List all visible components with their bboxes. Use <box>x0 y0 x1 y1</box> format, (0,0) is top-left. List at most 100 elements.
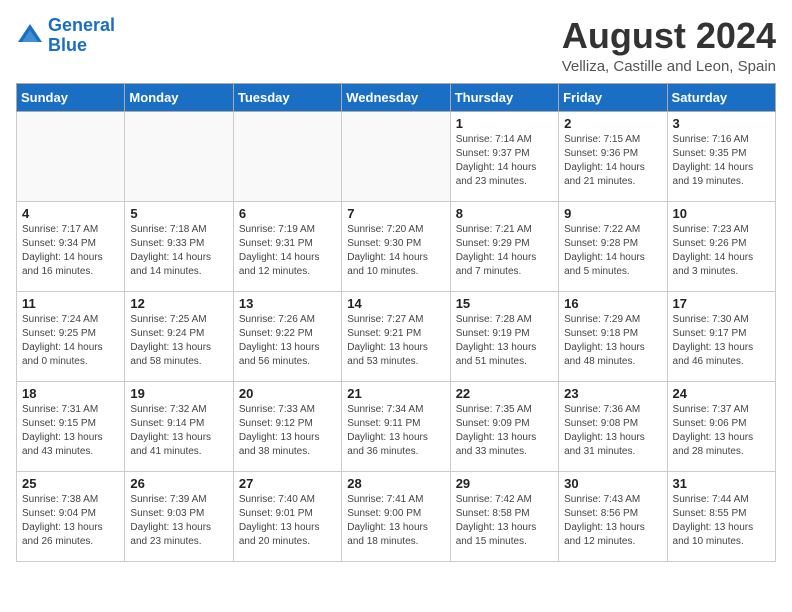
day-number: 26 <box>130 476 227 491</box>
day-info: Sunrise: 7:28 AMSunset: 9:19 PMDaylight:… <box>456 313 553 369</box>
calendar-cell: 9Sunrise: 7:22 AMSunset: 9:28 PMDaylight… <box>559 201 667 291</box>
day-info: Sunrise: 7:39 AMSunset: 9:03 PMDaylight:… <box>130 493 227 549</box>
day-number: 22 <box>456 386 553 401</box>
logo-icon <box>16 22 44 50</box>
calendar-cell: 16 Sunrise: 7:29 AMSunset: 9:18 PMDayligh… <box>559 291 667 381</box>
calendar-cell <box>125 111 233 201</box>
calendar-cell: 20 Sunrise: 7:33 AMSunset: 9:12 PMDayligh… <box>233 381 341 471</box>
main-title: August 2024 <box>562 16 776 56</box>
day-info: Sunrise: 7:31 AMSunset: 9:15 PMDaylight:… <box>22 403 119 459</box>
calendar-cell: 27Sunrise: 7:40 AMSunset: 9:01 PMDayligh… <box>233 471 341 561</box>
day-number: 30 <box>564 476 661 491</box>
day-number: 24 <box>673 386 770 401</box>
day-info: Sunrise: 7:29 AMSunset: 9:18 PMDaylight:… <box>564 313 661 369</box>
title-block: August 2024 Velliza, Castille and Leon, … <box>562 16 776 75</box>
day-number: 14 <box>347 296 444 311</box>
subtitle: Velliza, Castille and Leon, Spain <box>562 58 776 75</box>
logo-line2: Blue <box>48 35 87 55</box>
day-number: 29 <box>456 476 553 491</box>
day-info: Sunrise: 7:33 AMSunset: 9:12 PMDaylight:… <box>239 403 336 459</box>
calendar-cell: 29 Sunrise: 7:42 AMSunset: 8:58 PMDayligh… <box>450 471 558 561</box>
day-info: Sunrise: 7:16 AMSunset: 9:35 PMDaylight:… <box>673 133 770 189</box>
calendar-table: SundayMondayTuesdayWednesdayThursdayFrid… <box>16 83 776 562</box>
weekday-header-wednesday: Wednesday <box>342 83 450 111</box>
calendar-cell: 3 Sunrise: 7:16 AMSunset: 9:35 PMDaylight… <box>667 111 775 201</box>
day-info: Sunrise: 7:27 AMSunset: 9:21 PMDaylight:… <box>347 313 444 369</box>
day-number: 3 <box>673 116 770 131</box>
day-info: Sunrise: 7:30 AMSunset: 9:17 PMDaylight:… <box>673 313 770 369</box>
week-row-1: 1Sunrise: 7:14 AMSunset: 9:37 PMDaylight… <box>17 111 776 201</box>
calendar-cell: 14 Sunrise: 7:27 AMSunset: 9:21 PMDayligh… <box>342 291 450 381</box>
day-number: 2 <box>564 116 661 131</box>
day-info: Sunrise: 7:20 AMSunset: 9:30 PMDaylight:… <box>347 223 444 279</box>
day-info: Sunrise: 7:14 AMSunset: 9:37 PMDaylight:… <box>456 133 553 189</box>
day-number: 21 <box>347 386 444 401</box>
calendar-cell: 18 Sunrise: 7:31 AMSunset: 9:15 PMDayligh… <box>17 381 125 471</box>
weekday-header-row: SundayMondayTuesdayWednesdayThursdayFrid… <box>17 83 776 111</box>
day-info: Sunrise: 7:37 AMSunset: 9:06 PMDaylight:… <box>673 403 770 459</box>
day-number: 11 <box>22 296 119 311</box>
calendar-cell: 24 Sunrise: 7:37 AMSunset: 9:06 PMDayligh… <box>667 381 775 471</box>
day-number: 25 <box>22 476 119 491</box>
calendar-cell: 12Sunrise: 7:25 AMSunset: 9:24 PMDayligh… <box>125 291 233 381</box>
day-info: Sunrise: 7:24 AMSunset: 9:25 PMDaylight:… <box>22 313 119 369</box>
logo: General Blue <box>16 16 115 56</box>
calendar-cell: 8 Sunrise: 7:21 AMSunset: 9:29 PMDaylight… <box>450 201 558 291</box>
calendar-cell: 17 Sunrise: 7:30 AMSunset: 9:17 PMDayligh… <box>667 291 775 381</box>
day-number: 28 <box>347 476 444 491</box>
calendar-cell <box>17 111 125 201</box>
calendar-cell: 19Sunrise: 7:32 AMSunset: 9:14 PMDayligh… <box>125 381 233 471</box>
calendar-cell: 26 Sunrise: 7:39 AMSunset: 9:03 PMDayligh… <box>125 471 233 561</box>
week-row-5: 25 Sunrise: 7:38 AMSunset: 9:04 PMDayligh… <box>17 471 776 561</box>
day-number: 5 <box>130 206 227 221</box>
day-info: Sunrise: 7:34 AMSunset: 9:11 PMDaylight:… <box>347 403 444 459</box>
logo-text: General Blue <box>48 16 115 56</box>
day-number: 4 <box>22 206 119 221</box>
calendar-cell: 13Sunrise: 7:26 AMSunset: 9:22 PMDayligh… <box>233 291 341 381</box>
calendar-cell: 6 Sunrise: 7:19 AMSunset: 9:31 PMDaylight… <box>233 201 341 291</box>
weekday-header-friday: Friday <box>559 83 667 111</box>
day-number: 15 <box>456 296 553 311</box>
day-info: Sunrise: 7:43 AMSunset: 8:56 PMDaylight:… <box>564 493 661 549</box>
day-info: Sunrise: 7:26 AMSunset: 9:22 PMDaylight:… <box>239 313 336 369</box>
day-info: Sunrise: 7:38 AMSunset: 9:04 PMDaylight:… <box>22 493 119 549</box>
day-number: 10 <box>673 206 770 221</box>
day-info: Sunrise: 7:41 AMSunset: 9:00 PMDaylight:… <box>347 493 444 549</box>
day-info: Sunrise: 7:18 AMSunset: 9:33 PMDaylight:… <box>130 223 227 279</box>
day-number: 16 <box>564 296 661 311</box>
day-info: Sunrise: 7:42 AMSunset: 8:58 PMDaylight:… <box>456 493 553 549</box>
calendar-cell: 31 Sunrise: 7:44 AMSunset: 8:55 PMDayligh… <box>667 471 775 561</box>
calendar-cell <box>342 111 450 201</box>
day-number: 20 <box>239 386 336 401</box>
day-number: 17 <box>673 296 770 311</box>
day-info: Sunrise: 7:15 AMSunset: 9:36 PMDaylight:… <box>564 133 661 189</box>
calendar-cell: 2 Sunrise: 7:15 AMSunset: 9:36 PMDaylight… <box>559 111 667 201</box>
weekday-header-monday: Monday <box>125 83 233 111</box>
day-number: 12 <box>130 296 227 311</box>
day-number: 7 <box>347 206 444 221</box>
day-info: Sunrise: 7:44 AMSunset: 8:55 PMDaylight:… <box>673 493 770 549</box>
day-info: Sunrise: 7:17 AMSunset: 9:34 PMDaylight:… <box>22 223 119 279</box>
logo-line1: General <box>48 15 115 35</box>
day-info: Sunrise: 7:40 AMSunset: 9:01 PMDaylight:… <box>239 493 336 549</box>
day-number: 18 <box>22 386 119 401</box>
calendar-cell: 25 Sunrise: 7:38 AMSunset: 9:04 PMDayligh… <box>17 471 125 561</box>
page-header: General Blue August 2024 Velliza, Castil… <box>16 16 776 75</box>
day-number: 6 <box>239 206 336 221</box>
day-info: Sunrise: 7:21 AMSunset: 9:29 PMDaylight:… <box>456 223 553 279</box>
day-info: Sunrise: 7:23 AMSunset: 9:26 PMDaylight:… <box>673 223 770 279</box>
day-number: 31 <box>673 476 770 491</box>
calendar-cell: 15 Sunrise: 7:28 AMSunset: 9:19 PMDayligh… <box>450 291 558 381</box>
calendar-cell: 22Sunrise: 7:35 AMSunset: 9:09 PMDayligh… <box>450 381 558 471</box>
week-row-4: 18 Sunrise: 7:31 AMSunset: 9:15 PMDayligh… <box>17 381 776 471</box>
weekday-header-saturday: Saturday <box>667 83 775 111</box>
day-info: Sunrise: 7:19 AMSunset: 9:31 PMDaylight:… <box>239 223 336 279</box>
calendar-cell: 5 Sunrise: 7:18 AMSunset: 9:33 PMDaylight… <box>125 201 233 291</box>
calendar-cell: 28 Sunrise: 7:41 AMSunset: 9:00 PMDayligh… <box>342 471 450 561</box>
day-number: 8 <box>456 206 553 221</box>
weekday-header-sunday: Sunday <box>17 83 125 111</box>
calendar-cell: 4 Sunrise: 7:17 AMSunset: 9:34 PMDaylight… <box>17 201 125 291</box>
day-info: Sunrise: 7:36 AMSunset: 9:08 PMDaylight:… <box>564 403 661 459</box>
day-info: Sunrise: 7:32 AMSunset: 9:14 PMDaylight:… <box>130 403 227 459</box>
day-info: Sunrise: 7:22 AMSunset: 9:28 PMDaylight:… <box>564 223 661 279</box>
